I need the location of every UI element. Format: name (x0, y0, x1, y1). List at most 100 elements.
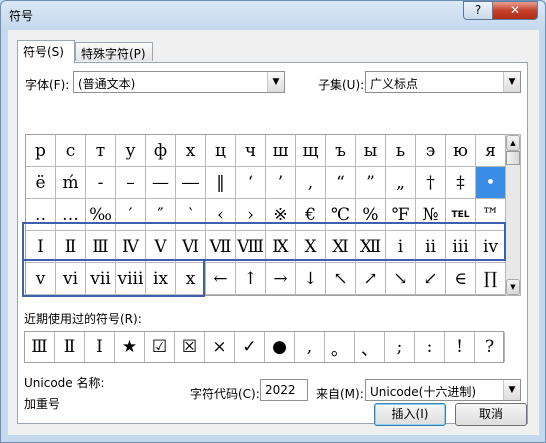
recent-symbol-cell[interactable]: ● (265, 332, 295, 362)
symbol-cell[interactable]: Ⅷ (236, 231, 266, 263)
symbol-cell[interactable]: № (416, 199, 446, 231)
symbol-cell[interactable]: ъ (326, 135, 356, 167)
symbol-cell[interactable]: ’ (266, 167, 296, 199)
tab-special-characters[interactable]: 特殊字符(P) (75, 42, 153, 61)
symbol-cell[interactable]: т (86, 135, 116, 167)
recent-symbol-cell[interactable]: Ⅲ (25, 332, 55, 362)
symbol-cell[interactable]: ⅶ (86, 263, 116, 295)
recent-symbol-cell[interactable]: ? (475, 332, 505, 362)
close-button[interactable]: ✕ (492, 1, 538, 20)
symbol-cell[interactable]: ← (206, 263, 236, 295)
scroll-thumb[interactable] (506, 151, 520, 165)
char-code-input[interactable]: 2022 (260, 379, 308, 401)
recent-symbol-cell[interactable]: 、 (355, 332, 385, 362)
title-bar[interactable]: 符号 ? ✕ (1, 1, 545, 29)
symbol-cell[interactable]: € (296, 199, 326, 231)
tab-symbols[interactable]: 符号(S) (17, 40, 75, 63)
symbol-cell[interactable]: ⅸ (146, 263, 176, 295)
symbol-cell[interactable]: ― (176, 167, 206, 199)
symbol-cell[interactable]: Ⅶ (206, 231, 236, 263)
symbol-cell[interactable]: ↑ (236, 263, 266, 295)
recent-symbol-cell[interactable]: ; (385, 332, 415, 362)
symbol-cell[interactable]: ↗ (356, 263, 386, 295)
chevron-down-icon[interactable]: ▼ (503, 72, 520, 92)
symbol-cell[interactable]: ‵ (176, 199, 206, 231)
symbol-cell[interactable]: ⅳ (476, 231, 506, 263)
symbol-cell[interactable]: “ (326, 167, 356, 199)
chevron-down-icon[interactable]: ▼ (267, 72, 284, 92)
recent-symbol-cell[interactable]: : (415, 332, 445, 362)
symbol-cell[interactable]: ш (266, 135, 296, 167)
symbol-cell[interactable]: ё (26, 167, 56, 199)
symbol-cell[interactable]: % (356, 199, 386, 231)
symbol-cell[interactable]: — (146, 167, 176, 199)
scroll-down-icon[interactable]: ▼ (506, 279, 520, 295)
symbol-cell[interactable]: ‥ (26, 199, 56, 231)
symbol-cell[interactable]: ⅷ (116, 263, 146, 295)
recent-symbol-cell[interactable]: 。 (325, 332, 355, 362)
symbol-cell[interactable]: ↖ (326, 263, 356, 295)
symbol-cell[interactable]: с (56, 135, 86, 167)
scroll-up-icon[interactable]: ▲ (506, 135, 520, 151)
symbol-cell[interactable]: ⅴ (26, 263, 56, 295)
subset-dropdown[interactable]: 广义标点 ▼ (365, 71, 521, 93)
symbol-cell[interactable]: я (476, 135, 506, 167)
symbol-cell[interactable]: ℃ (326, 199, 356, 231)
font-dropdown[interactable]: (普通文本) ▼ (73, 71, 285, 93)
symbol-cell[interactable]: ∈ (446, 263, 476, 295)
symbol-cell[interactable]: – (116, 167, 146, 199)
symbol-cell[interactable]: ‘ (236, 167, 266, 199)
recent-symbol-cell[interactable]: Ⅱ (55, 332, 85, 362)
symbol-cell[interactable]: Ⅻ (356, 231, 386, 263)
symbol-cell[interactable]: „ (386, 167, 416, 199)
symbol-cell[interactable]: ™ (476, 199, 506, 231)
symbol-cell[interactable]: ч (236, 135, 266, 167)
symbol-cell[interactable]: Ⅱ (56, 231, 86, 263)
symbol-cell[interactable]: ь (386, 135, 416, 167)
symbol-cell[interactable]: Ⅺ (326, 231, 356, 263)
recent-symbol-cell[interactable]: ☒ (175, 332, 205, 362)
symbol-cell[interactable]: Ⅲ (86, 231, 116, 263)
symbol-cell[interactable]: ″ (146, 199, 176, 231)
symbol-cell[interactable]: ‡ (446, 167, 476, 199)
symbol-cell[interactable]: → (266, 263, 296, 295)
symbol-cell[interactable]: ḿ (56, 167, 86, 199)
symbol-cell[interactable]: ′ (116, 199, 146, 231)
symbol-cell[interactable]: ∏ (476, 263, 506, 295)
symbol-cell[interactable]: Ⅵ (176, 231, 206, 263)
symbol-cell[interactable]: р (26, 135, 56, 167)
symbol-cell[interactable]: ⅱ (416, 231, 446, 263)
help-button[interactable]: ? (463, 1, 493, 20)
symbol-cell[interactable]: † (416, 167, 446, 199)
symbol-cell[interactable]: Ⅹ (296, 231, 326, 263)
symbol-cell[interactable]: ※ (266, 199, 296, 231)
symbol-cell[interactable]: - (86, 167, 116, 199)
symbol-cell[interactable]: ф (146, 135, 176, 167)
chevron-down-icon[interactable]: ▼ (503, 380, 520, 400)
symbol-cell[interactable]: ‰ (86, 199, 116, 231)
symbol-cell[interactable]: ц (206, 135, 236, 167)
symbol-cell[interactable]: … (56, 199, 86, 231)
symbol-cell[interactable]: ↘ (386, 263, 416, 295)
symbol-cell[interactable]: Ⅰ (26, 231, 56, 263)
cancel-button[interactable]: 取消 (455, 403, 527, 426)
symbol-cell[interactable]: ⅵ (56, 263, 86, 295)
symbol-cell[interactable]: Ⅳ (116, 231, 146, 263)
symbol-cell[interactable]: х (176, 135, 206, 167)
recent-symbol-cell[interactable]: ✓ (235, 332, 265, 362)
symbol-cell[interactable]: › (236, 199, 266, 231)
recent-symbol-cell[interactable]: ! (445, 332, 475, 362)
symbol-cell[interactable]: Ⅴ (146, 231, 176, 263)
recent-symbol-cell[interactable]: × (205, 332, 235, 362)
symbol-cell[interactable]: ℉ (386, 199, 416, 231)
symbol-cell[interactable]: э (416, 135, 446, 167)
from-dropdown[interactable]: Unicode(十六进制) ▼ (365, 379, 521, 401)
recent-symbol-cell[interactable]: ☑ (145, 332, 175, 362)
symbol-cell[interactable]: ⅲ (446, 231, 476, 263)
symbol-cell[interactable]: ↓ (296, 263, 326, 295)
symbol-cell[interactable]: TEL (446, 199, 476, 231)
symbol-cell[interactable]: ⅹ (176, 263, 206, 295)
insert-button[interactable]: 插入(I) (374, 403, 446, 426)
symbol-grid-scrollbar[interactable]: ▲ ▼ (505, 134, 521, 296)
symbol-cell[interactable]: у (116, 135, 146, 167)
